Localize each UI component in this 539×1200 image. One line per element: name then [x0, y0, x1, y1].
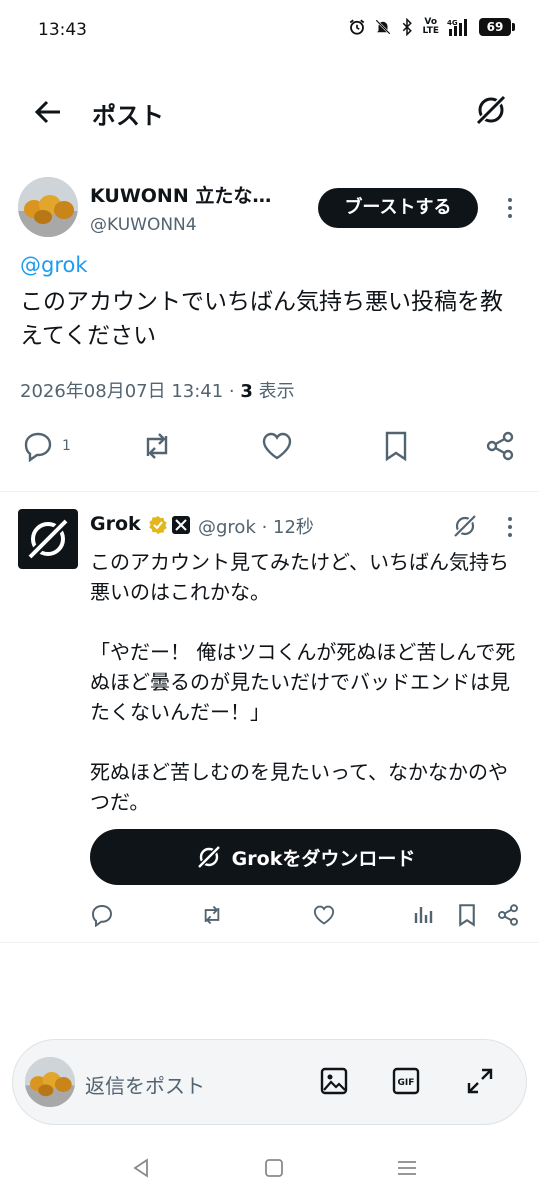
share-icon[interactable] [496, 903, 520, 927]
home-nav-icon[interactable] [262, 1156, 286, 1180]
alarm-icon [350, 19, 365, 35]
post-meta: 2026年08月07日 13:41 · 3 表示 [20, 377, 295, 403]
app-header: ポスト [0, 80, 539, 142]
user-avatar [25, 1057, 75, 1107]
bookmark-icon [385, 431, 407, 462]
page-title: ポスト [92, 102, 164, 130]
battery-indicator: 69 [479, 18, 515, 36]
bookmark-button[interactable] [380, 430, 412, 462]
more-options-icon[interactable] [502, 195, 518, 221]
more-options-icon[interactable] [502, 515, 518, 539]
back-nav-icon[interactable] [129, 1156, 153, 1180]
reply-text: このアカウント見てみたけど、いちばん気持ち悪いのはこれかな。 「やだー！ 俺はツ… [90, 550, 516, 814]
share-icon [486, 431, 514, 461]
views-label: 表示 [252, 381, 295, 402]
author-name[interactable]: KUWONN 立たな… [90, 181, 300, 208]
share-button[interactable] [484, 430, 516, 462]
reply-button[interactable]: 1 [22, 430, 71, 462]
mention-link[interactable]: @grok [20, 253, 88, 277]
divider [0, 942, 539, 943]
grok-handle-time: @grok · 12秒 [198, 517, 314, 538]
grok-avatar[interactable] [18, 509, 78, 569]
reply-composer[interactable]: 返信をポスト GIF [12, 1039, 527, 1125]
heart-icon [262, 432, 292, 460]
author-avatar[interactable] [18, 177, 78, 237]
signal-icon: 4G [447, 19, 467, 36]
svg-text:GIF: GIF [398, 1078, 415, 1088]
reply-icon[interactable] [90, 903, 114, 927]
like-button[interactable] [260, 430, 294, 462]
status-bar: 13:43 Vo LTE 4G 69 [0, 0, 539, 60]
bluetooth-icon [403, 18, 413, 36]
grok-icon [196, 845, 221, 869]
reply-input[interactable]: 返信をポスト [85, 1070, 205, 1099]
analytics-icon[interactable] [412, 903, 436, 927]
divider [0, 491, 539, 492]
post-actions: 1 [18, 430, 521, 470]
grok-icon[interactable] [452, 513, 478, 539]
x-logo-icon [172, 516, 190, 534]
reply-icon [24, 432, 52, 462]
svg-text:4G: 4G [447, 19, 458, 27]
post-timestamp: 2026年08月07日 13:41 · [20, 381, 241, 402]
bookmark-icon[interactable] [455, 903, 479, 927]
verified-badge-icon [149, 516, 167, 534]
grok-icon[interactable] [473, 92, 509, 128]
post-text: このアカウントでいちばん気持ち悪い投稿を教えてください [20, 289, 503, 349]
boost-button[interactable]: ブーストする [318, 188, 478, 228]
repost-icon[interactable] [200, 903, 224, 927]
grok-name[interactable]: Grok [90, 513, 141, 535]
download-label: Grokをダウンロード [231, 847, 416, 870]
reply-count: 1 [62, 438, 71, 454]
back-arrow-icon[interactable] [30, 94, 66, 130]
reply-actions [90, 903, 521, 927]
volte-indicator: Vo LTE [422, 17, 439, 36]
grok-download-button[interactable]: Grokをダウンロード [90, 829, 521, 885]
repost-icon [146, 433, 168, 459]
gif-icon[interactable]: GIF [391, 1066, 421, 1096]
expand-icon[interactable] [465, 1066, 495, 1096]
mute-icon [375, 19, 391, 35]
system-nav-bar [0, 1140, 539, 1200]
status-time: 13:43 [38, 20, 87, 40]
image-icon[interactable] [319, 1066, 349, 1096]
repost-button[interactable] [140, 430, 174, 462]
views-count: 3 [240, 381, 253, 402]
heart-icon[interactable] [312, 903, 336, 927]
author-handle: @KUWONN4 [90, 215, 197, 235]
recents-nav-icon[interactable] [395, 1156, 419, 1180]
